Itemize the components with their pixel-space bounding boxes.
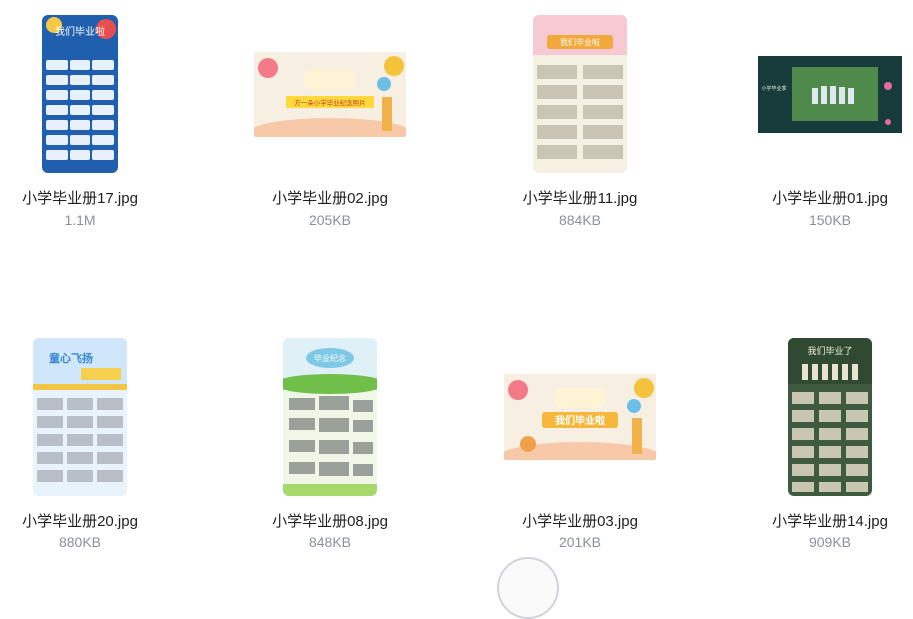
thumbnail-caption: 我们毕业了 <box>807 345 852 357</box>
file-size: 201KB <box>558 534 602 550</box>
thumbnail-image: 方一朵小学毕业纪念照片 <box>254 52 406 137</box>
file-name[interactable]: 小学毕业册20.jpg <box>0 510 180 531</box>
thumbnail-image: 童心飞扬 <box>33 338 127 496</box>
file-size: 150KB <box>808 212 852 228</box>
file-thumbnail[interactable]: 我们毕业啦 <box>42 15 118 173</box>
file-name[interactable]: 小学毕业册11.jpg <box>480 187 680 208</box>
file-name[interactable]: 小学毕业册14.jpg <box>730 510 913 531</box>
file-name[interactable]: 小学毕业册08.jpg <box>230 510 430 531</box>
file-tile[interactable]: 童心飞扬 小学毕业册20.jpg 880KB <box>0 322 180 562</box>
file-size: 848KB <box>308 534 352 550</box>
file-tile[interactable]: 我们毕业了 小学毕业册14.jpg 909KB <box>730 322 913 562</box>
file-thumbnail[interactable]: 我们毕业啦 <box>504 374 656 460</box>
file-tile[interactable]: 我们毕业啦 小学毕业册17.jpg 1.1M <box>0 0 180 240</box>
file-tile[interactable]: 小学毕业季 小学毕业册01.jpg 150KB <box>730 0 913 240</box>
thumbnail-caption: 小学毕业季 <box>761 85 786 92</box>
file-thumbnail[interactable]: 小学毕业季 <box>758 56 902 133</box>
file-thumbnail[interactable]: 毕业纪念 <box>283 338 377 496</box>
file-tile[interactable]: 我们毕业啦 小学毕业册11.jpg 884KB <box>480 0 680 240</box>
file-tile[interactable]: 方一朵小学毕业纪念照片 小学毕业册02.jpg 205KB <box>230 0 430 240</box>
file-name[interactable]: 小学毕业册17.jpg <box>0 187 180 208</box>
file-size: 880KB <box>58 534 102 550</box>
floating-action-button[interactable] <box>497 557 559 619</box>
thumbnail-image: 我们毕业啦 <box>42 15 118 173</box>
file-name[interactable]: 小学毕业册01.jpg <box>730 187 913 208</box>
file-size: 1.1M <box>64 212 96 228</box>
thumbnail-caption: 我们毕业啦 <box>560 37 600 47</box>
thumbnail-image: 我们毕业啦 <box>504 374 656 460</box>
thumbnail-caption: 方一朵小学毕业纪念照片 <box>294 98 366 107</box>
thumbnail-image: 毕业纪念 <box>283 338 377 496</box>
file-tile[interactable]: 我们毕业啦 小学毕业册03.jpg 201KB <box>480 322 680 562</box>
thumbnail-image: 我们毕业啦 <box>533 15 627 173</box>
file-name[interactable]: 小学毕业册03.jpg <box>480 510 680 531</box>
thumbnail-image: 我们毕业了 <box>788 338 872 496</box>
file-size: 884KB <box>558 212 602 228</box>
thumbnail-caption: 我们毕业啦 <box>55 25 105 38</box>
file-tile[interactable]: 毕业纪念 小学毕业册08.jpg 848KB <box>230 322 430 562</box>
file-thumbnail[interactable]: 方一朵小学毕业纪念照片 <box>254 52 406 137</box>
thumbnail-caption: 我们毕业啦 <box>555 414 605 427</box>
thumbnail-caption: 童心飞扬 <box>49 351 93 365</box>
thumbnail-caption: 毕业纪念 <box>314 353 346 363</box>
thumbnail-image: 小学毕业季 <box>758 56 902 133</box>
file-thumbnail[interactable]: 我们毕业了 <box>788 338 872 496</box>
file-thumbnail[interactable]: 我们毕业啦 <box>533 15 627 173</box>
file-name[interactable]: 小学毕业册02.jpg <box>230 187 430 208</box>
file-size: 205KB <box>308 212 352 228</box>
file-size: 909KB <box>808 534 852 550</box>
file-thumbnail[interactable]: 童心飞扬 <box>33 338 127 496</box>
